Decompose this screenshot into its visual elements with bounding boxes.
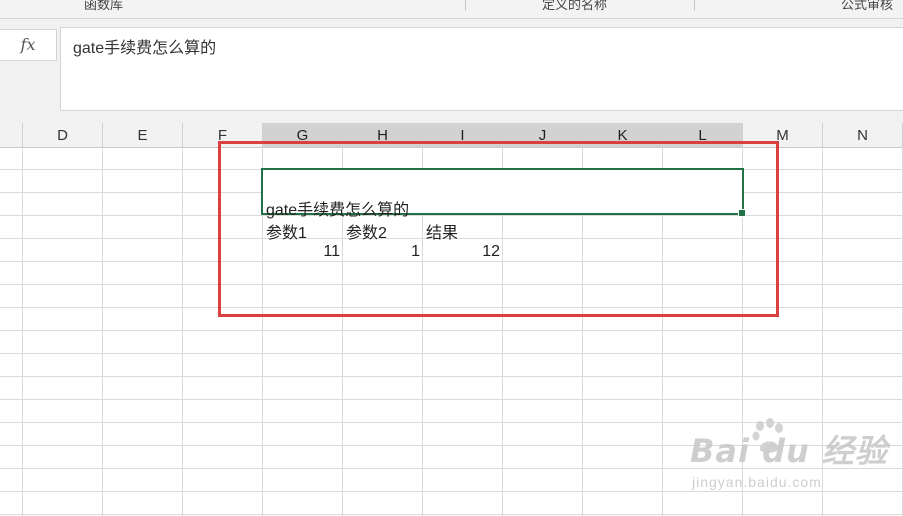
ribbon-group-labels: 函数库 定义的名称 公式审核 <box>0 0 903 19</box>
formula-bar: fx gate手续费怎么算的 <box>0 19 903 123</box>
ribbon-separator <box>694 0 695 11</box>
watermark-url: jingyan.baidu.com <box>692 474 822 490</box>
fx-icon: fx <box>20 35 36 54</box>
ribbon-group-function-library[interactable]: 函数库 <box>84 0 123 13</box>
ribbon-group-formula-auditing[interactable]: 公式审核 <box>841 0 893 13</box>
formula-input[interactable]: gate手续费怎么算的 <box>60 27 903 111</box>
annotation-highlight-box <box>218 141 779 317</box>
column-header-partial[interactable] <box>0 123 23 147</box>
column-header-e[interactable]: E <box>103 123 183 147</box>
column-header-d[interactable]: D <box>23 123 103 147</box>
baidu-jingyan-watermark: Bai du 经验 jingyan.baidu.com <box>690 412 890 502</box>
ribbon-group-defined-names[interactable]: 定义的名称 <box>542 0 607 13</box>
column-header-n[interactable]: N <box>823 123 903 147</box>
formula-content: gate手续费怎么算的 <box>73 40 217 57</box>
watermark-logo-text: Bai du 经验 <box>690 432 888 470</box>
ribbon-separator <box>465 0 466 11</box>
insert-function-button[interactable]: fx <box>0 29 57 61</box>
